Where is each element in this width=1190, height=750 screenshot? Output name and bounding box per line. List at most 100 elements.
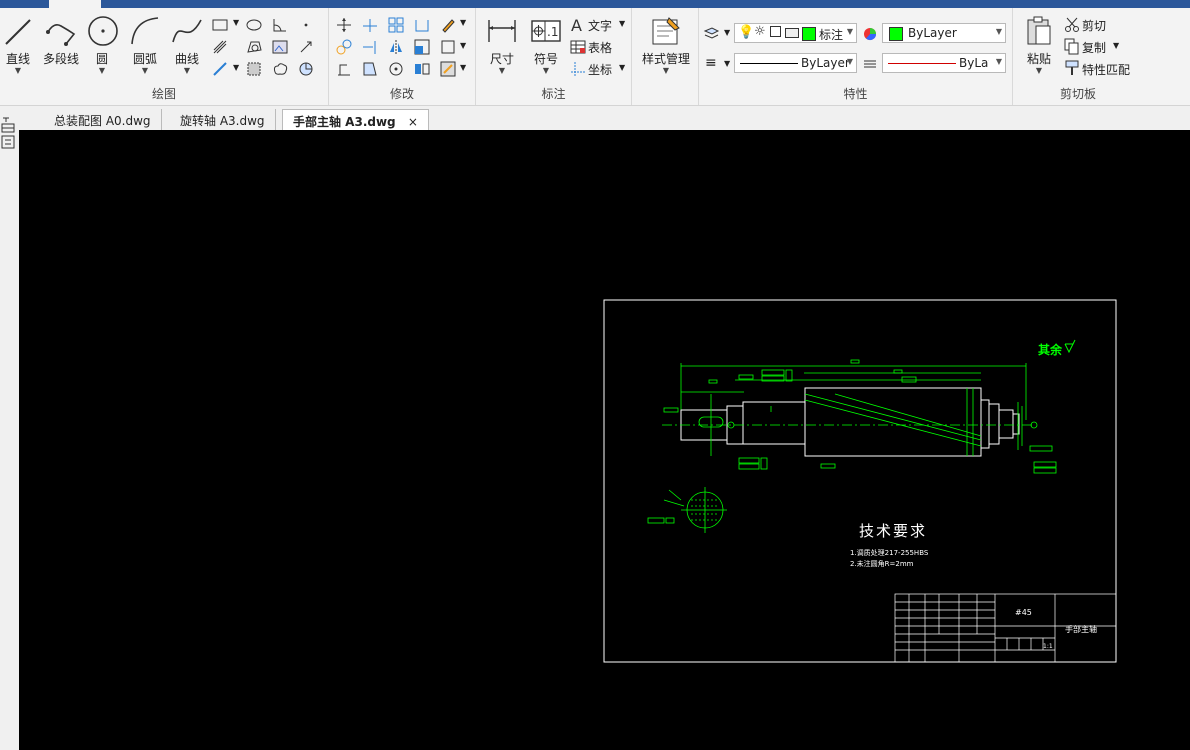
surface-finish-note: 其余	[1038, 342, 1063, 357]
document-tab-active[interactable]: 手部主轴 A3.dwg ×	[282, 109, 429, 130]
paste-label: 粘贴	[1026, 52, 1051, 66]
array-tool[interactable]	[387, 16, 405, 34]
rotate-tool[interactable]	[387, 60, 405, 78]
move-tool[interactable]	[335, 16, 353, 34]
line-button[interactable]: 直线 ▼	[2, 14, 34, 75]
wipeout-tool[interactable]	[297, 60, 315, 78]
linetype-dropdown[interactable]: ByLayer ▼	[734, 53, 857, 73]
copy-tool[interactable]	[1063, 37, 1081, 55]
ribbon: 直线 ▼ 多段线 圆 ▼ 圆弧 ▼ 曲线 ▼ ▼ ▼ 绘图 ▼ ▼ ▼ 修改 尺…	[0, 8, 1190, 106]
copy-object-tool[interactable]	[335, 38, 353, 56]
style-manager-button[interactable]: 样式管理 ▼	[638, 14, 694, 75]
lineweight-dropdown[interactable]: ByLayer ▼	[882, 53, 1006, 73]
extend-tool[interactable]	[361, 38, 379, 56]
coordinate-label[interactable]: 坐标	[588, 61, 612, 78]
trim-icon	[363, 19, 377, 32]
circle-button[interactable]: 圆 ▼	[86, 14, 118, 75]
coordinate-tool[interactable]	[569, 60, 587, 78]
region-tool[interactable]	[245, 38, 263, 56]
color-dropdown[interactable]: ByLayer ▼	[882, 23, 1006, 43]
construction-line-tool[interactable]	[211, 60, 229, 78]
lineweight-icon	[864, 60, 876, 68]
dimension-button[interactable]: 尺寸 ▼	[484, 14, 520, 75]
layers-icon	[703, 27, 720, 39]
paste-button[interactable]: 粘贴 ▼	[1021, 14, 1057, 75]
edit-pencil-tool[interactable]	[439, 16, 457, 34]
mirror-tool[interactable]	[387, 38, 405, 56]
text-label[interactable]: 文字	[588, 17, 612, 34]
curve-button[interactable]: 曲线 ▼	[170, 14, 204, 75]
arc-button[interactable]: 圆弧 ▼	[128, 14, 162, 75]
offset-tool[interactable]	[439, 38, 457, 56]
document-tab[interactable]: 旋转轴 A3.dwg	[170, 109, 276, 130]
layer-dropdown[interactable]: 💡 ☼ 标注 ▼	[734, 23, 857, 43]
rectangle-tool[interactable]	[211, 16, 229, 34]
top-dimensions	[680, 359, 1027, 420]
draw-group: 直线 ▼ 多段线 圆 ▼ 圆弧 ▼ 曲线 ▼ ▼ ▼ 绘图	[0, 8, 329, 105]
chevron-down-icon[interactable]: ▼	[460, 18, 466, 27]
angle-tool[interactable]	[271, 16, 289, 34]
style-manager-icon	[652, 17, 680, 45]
boundary-tool[interactable]	[245, 60, 263, 78]
chevron-down-icon[interactable]: ▼	[233, 18, 239, 27]
active-menu-tab[interactable]	[49, 0, 101, 8]
trim-tool[interactable]	[361, 16, 379, 34]
cut-tool[interactable]	[1063, 15, 1081, 33]
ellipse-icon	[246, 19, 262, 31]
properties-edit-tool[interactable]	[439, 60, 457, 78]
table-label[interactable]: 表格	[588, 39, 612, 56]
tech-requirement-line: 2.未注圆角R=2mm	[850, 559, 914, 568]
curve-label: 曲线	[174, 52, 199, 66]
cut-label[interactable]: 剪切	[1082, 17, 1106, 34]
sun-icon: ☼	[754, 24, 766, 39]
table-tool[interactable]	[569, 38, 587, 56]
revision-cloud-tool[interactable]	[271, 60, 289, 78]
text-tool[interactable]: A	[569, 16, 587, 35]
hatch-line-tool[interactable]	[211, 38, 229, 56]
chevron-down-icon: ▼	[98, 66, 106, 75]
circle-icon	[88, 16, 118, 46]
chevron-down-icon[interactable]: ▼	[460, 41, 466, 50]
color-value: ByLayer	[908, 26, 957, 40]
lineweight-tool[interactable]	[861, 55, 879, 73]
dimension-tags	[647, 369, 1057, 524]
scissors-icon	[1065, 17, 1079, 32]
ray-arrow-icon	[300, 41, 312, 53]
break-tool[interactable]	[413, 60, 431, 78]
annotation-group: 尺寸 ▼ .1 符号 ▼ A 文字 ▼ 表格 坐标 ▼ 标注	[476, 8, 632, 105]
explode-tool[interactable]	[361, 60, 379, 78]
copy-label[interactable]: 复制	[1082, 39, 1106, 56]
chevron-down-icon[interactable]: ▼	[619, 63, 625, 72]
polyline-button[interactable]: 多段线	[40, 14, 82, 67]
left-palette-strip[interactable]	[0, 114, 19, 750]
scale-tool[interactable]	[413, 38, 431, 56]
ellipse-tool[interactable]	[245, 16, 263, 34]
fillet-tool[interactable]	[413, 16, 431, 34]
arc-icon	[131, 17, 159, 45]
stretch-tool[interactable]	[335, 60, 353, 78]
chevron-down-icon[interactable]: ▼	[460, 63, 466, 72]
lineweight-preview	[888, 63, 956, 64]
copy-icon	[1064, 38, 1079, 55]
match-properties-label[interactable]: 特性匹配	[1082, 61, 1130, 78]
chevron-down-icon[interactable]: ▼	[724, 59, 730, 68]
circle-label: 圆	[95, 52, 108, 66]
ray-tool[interactable]	[297, 38, 315, 56]
match-properties-tool[interactable]	[1063, 59, 1081, 77]
chevron-down-icon[interactable]: ▼	[724, 28, 730, 37]
explode-icon	[363, 62, 377, 76]
point-tool[interactable]	[297, 16, 315, 34]
layer-manager-tool[interactable]	[702, 25, 720, 43]
color-wheel-tool[interactable]	[861, 25, 879, 43]
drawing-canvas[interactable]: 其余 技术要求 1.调质处理217-255HBS 2.未注圆角R=2mm #45…	[19, 130, 1190, 750]
image-tool[interactable]	[271, 38, 289, 56]
dimension-label: 尺寸	[489, 52, 514, 66]
region-icon	[247, 41, 262, 53]
chevron-down-icon[interactable]: ▼	[1113, 41, 1119, 50]
document-tab[interactable]: 总装配图 A0.dwg	[44, 109, 162, 130]
symbol-button[interactable]: .1 符号 ▼	[528, 14, 564, 75]
close-icon[interactable]: ×	[408, 115, 418, 129]
color-swatch	[889, 27, 903, 41]
chevron-down-icon[interactable]: ▼	[233, 63, 239, 72]
chevron-down-icon[interactable]: ▼	[619, 19, 625, 28]
